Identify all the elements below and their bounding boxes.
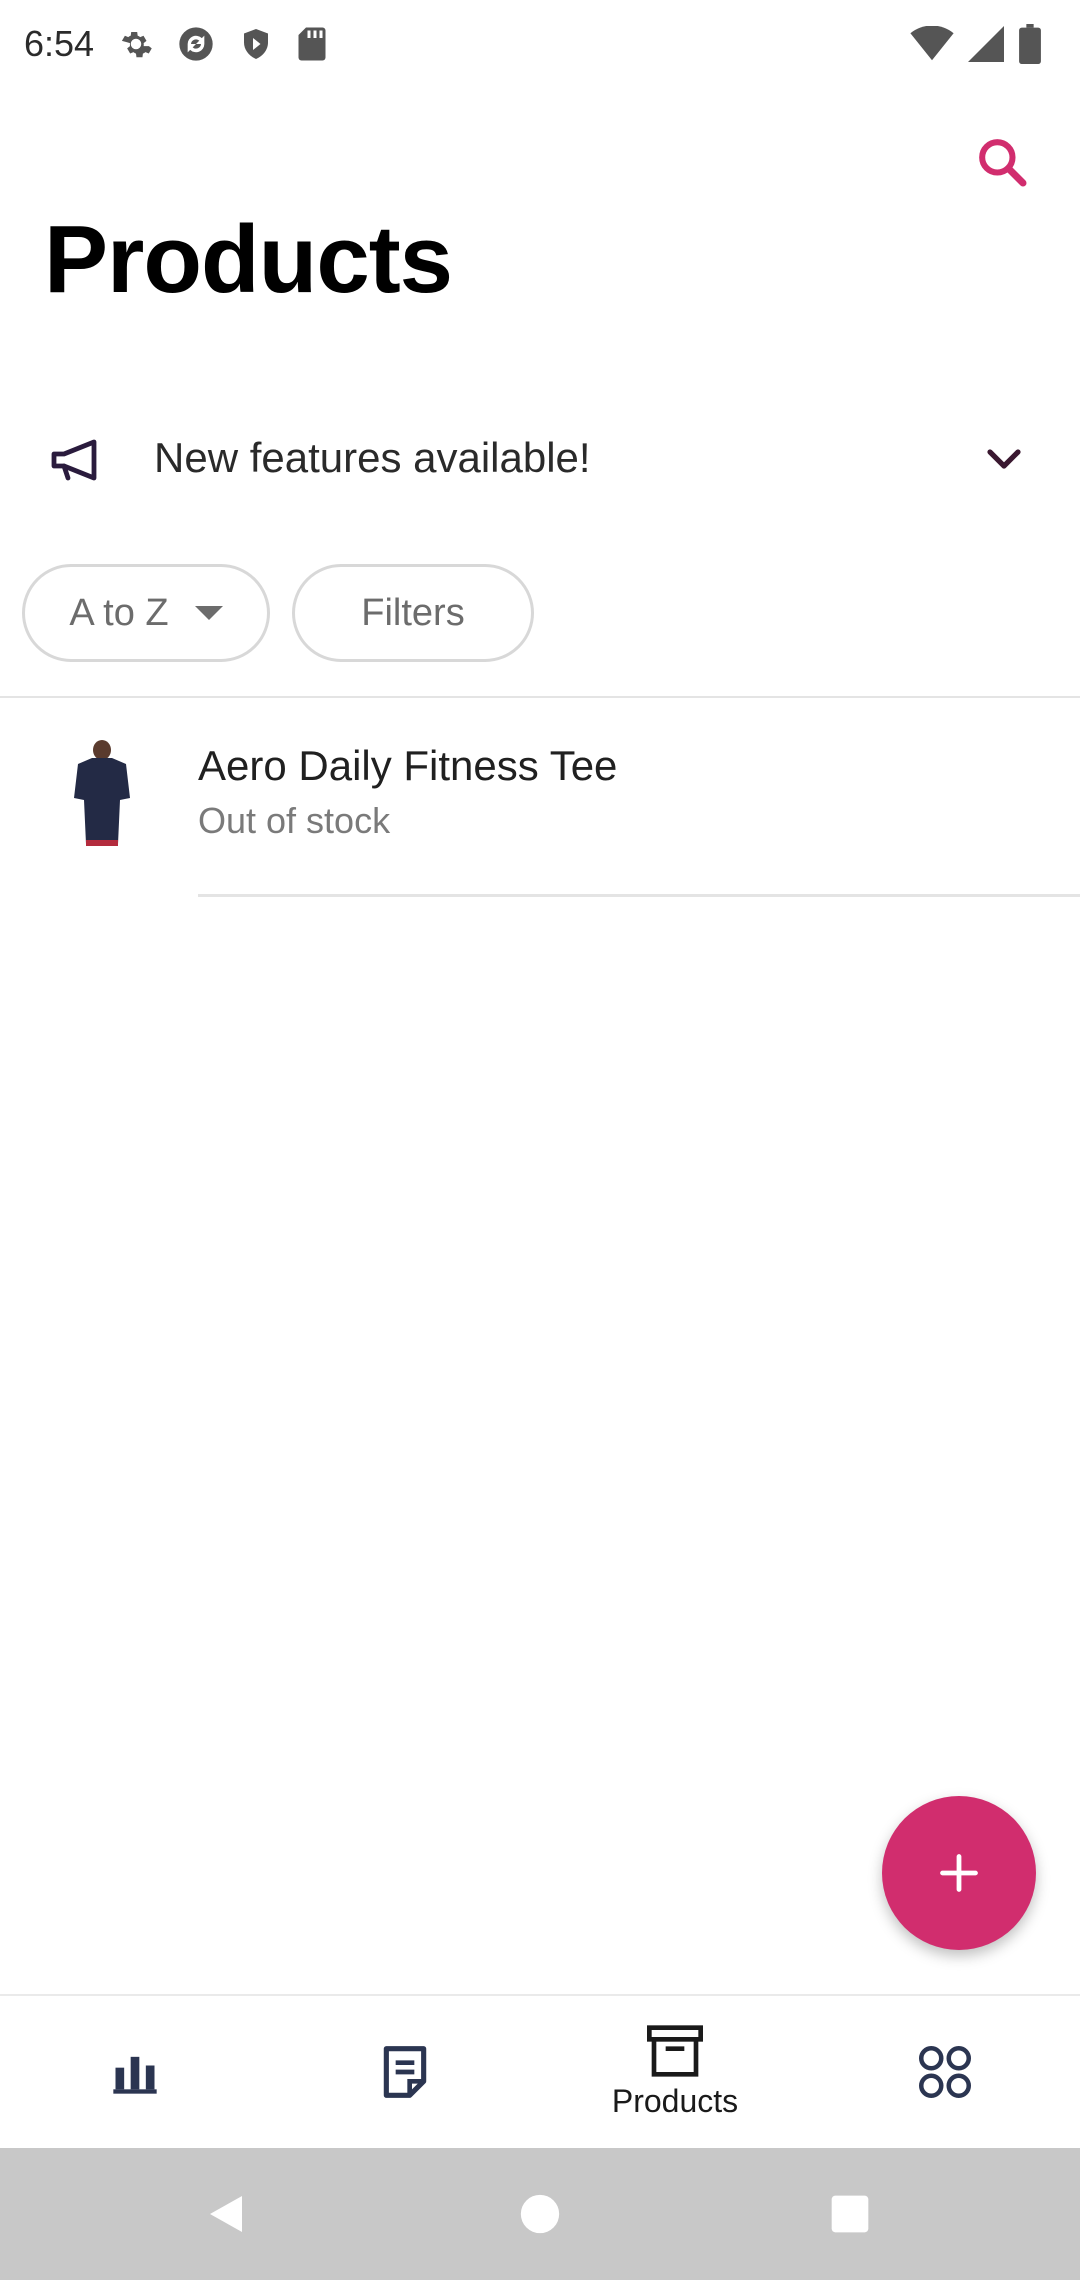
product-name: Aero Daily Fitness Tee bbox=[198, 742, 618, 789]
nav-label-products: Products bbox=[611, 2082, 739, 2119]
nav-item-stats[interactable] bbox=[0, 1996, 270, 2148]
orders-icon bbox=[383, 2046, 427, 2098]
recents-square-icon bbox=[831, 2195, 869, 2233]
page-title: Products bbox=[44, 206, 453, 313]
system-recents-button[interactable] bbox=[812, 2176, 888, 2252]
status-bar: 6:54 bbox=[0, 0, 1080, 88]
wifi-icon bbox=[910, 26, 954, 61]
system-home-button[interactable] bbox=[502, 2176, 578, 2252]
back-triangle-icon bbox=[210, 2196, 242, 2232]
more-menu-icon bbox=[919, 2046, 971, 2098]
sort-chip[interactable]: A to Z bbox=[22, 564, 270, 662]
stats-icon bbox=[113, 2056, 157, 2094]
new-features-banner[interactable]: New features available! bbox=[0, 400, 1080, 520]
battery-icon bbox=[1019, 24, 1041, 64]
sd-card-icon bbox=[298, 27, 326, 61]
product-list-item[interactable]: Aero Daily Fitness Tee Out of stock bbox=[0, 698, 1080, 897]
sync-icon bbox=[179, 27, 213, 61]
search-button[interactable] bbox=[962, 122, 1042, 202]
plus-icon bbox=[940, 1854, 978, 1892]
row-divider bbox=[198, 894, 1080, 897]
banner-text: New features available! bbox=[154, 434, 591, 481]
filters-chip[interactable]: Filters bbox=[292, 564, 534, 662]
bottom-navigation: Products bbox=[0, 1994, 1080, 2148]
add-product-button[interactable] bbox=[882, 1796, 1036, 1950]
settings-icon bbox=[121, 32, 152, 58]
status-icons-right bbox=[910, 24, 1042, 64]
dropdown-caret-icon bbox=[194, 606, 223, 620]
system-navigation-bar bbox=[0, 2148, 1080, 2280]
signal-icon bbox=[968, 26, 1004, 62]
screen: 6:54 Products New features available! A … bbox=[0, 0, 1080, 2280]
product-stock-status: Out of stock bbox=[198, 800, 391, 841]
nav-item-orders[interactable] bbox=[270, 1996, 540, 2148]
products-box-icon bbox=[647, 2024, 703, 2077]
filters-chip-label: Filters bbox=[361, 591, 465, 634]
status-time: 6:54 bbox=[24, 23, 95, 64]
product-thumbnail bbox=[60, 740, 144, 846]
search-icon bbox=[979, 139, 1027, 187]
sort-chip-label: A to Z bbox=[69, 591, 169, 634]
home-circle-icon bbox=[520, 2194, 560, 2234]
nav-item-products[interactable]: Products bbox=[540, 1996, 810, 2148]
tshirt-image bbox=[74, 740, 130, 846]
shield-play-icon bbox=[244, 29, 269, 59]
status-icons-left bbox=[118, 24, 328, 64]
chevron-down-icon[interactable] bbox=[980, 436, 1028, 484]
system-back-button[interactable] bbox=[188, 2176, 264, 2252]
nav-item-more[interactable] bbox=[810, 1996, 1080, 2148]
megaphone-icon bbox=[51, 439, 97, 481]
